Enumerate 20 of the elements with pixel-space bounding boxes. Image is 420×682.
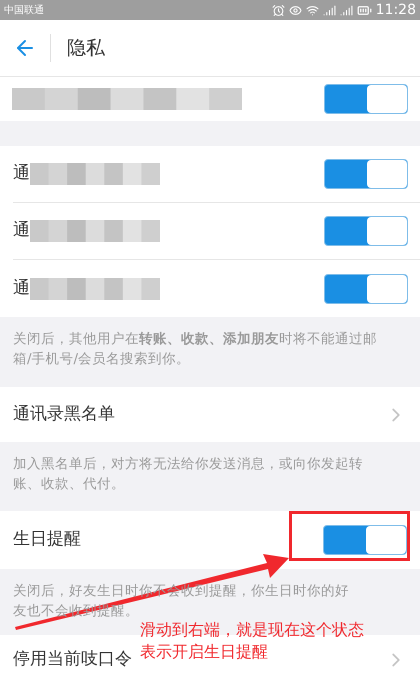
toggle-switch[interactable] [324,84,408,114]
toggle-switch[interactable] [324,274,408,304]
wifi-icon [306,4,319,16]
carrier-label: 中国联通 [4,4,44,18]
toggle-switch[interactable] [323,525,407,555]
alarm-icon [272,4,285,16]
page-title: 隐私 [67,36,105,61]
eye-icon [288,4,302,16]
setting-label: 停用当前吱口令 [13,648,132,672]
setting-label: 生日提醒 [13,528,81,552]
setting-label: 通 [13,219,30,242]
hint-text: 加入黑名单后，对方将无法给你发送消息，或向你发起转账、收款、代付。 [13,455,364,494]
annotation-text: 滑动到右端，就是现在这个状态 表示开启生日提醒 [140,619,364,663]
setting-label: 通讯录黑名单 [13,402,115,426]
clock-time: 11:28 [376,0,416,20]
setting-label: 通 [13,162,30,186]
toggle-switch[interactable] [324,216,408,246]
hint-text: 关闭后，其他用户在转账、收款、添加朋友时将不能通过邮箱/手机号/会员名搜索到你。 [13,330,377,369]
toggle-switch[interactable] [324,159,408,189]
setting-label: 通 [13,276,30,300]
